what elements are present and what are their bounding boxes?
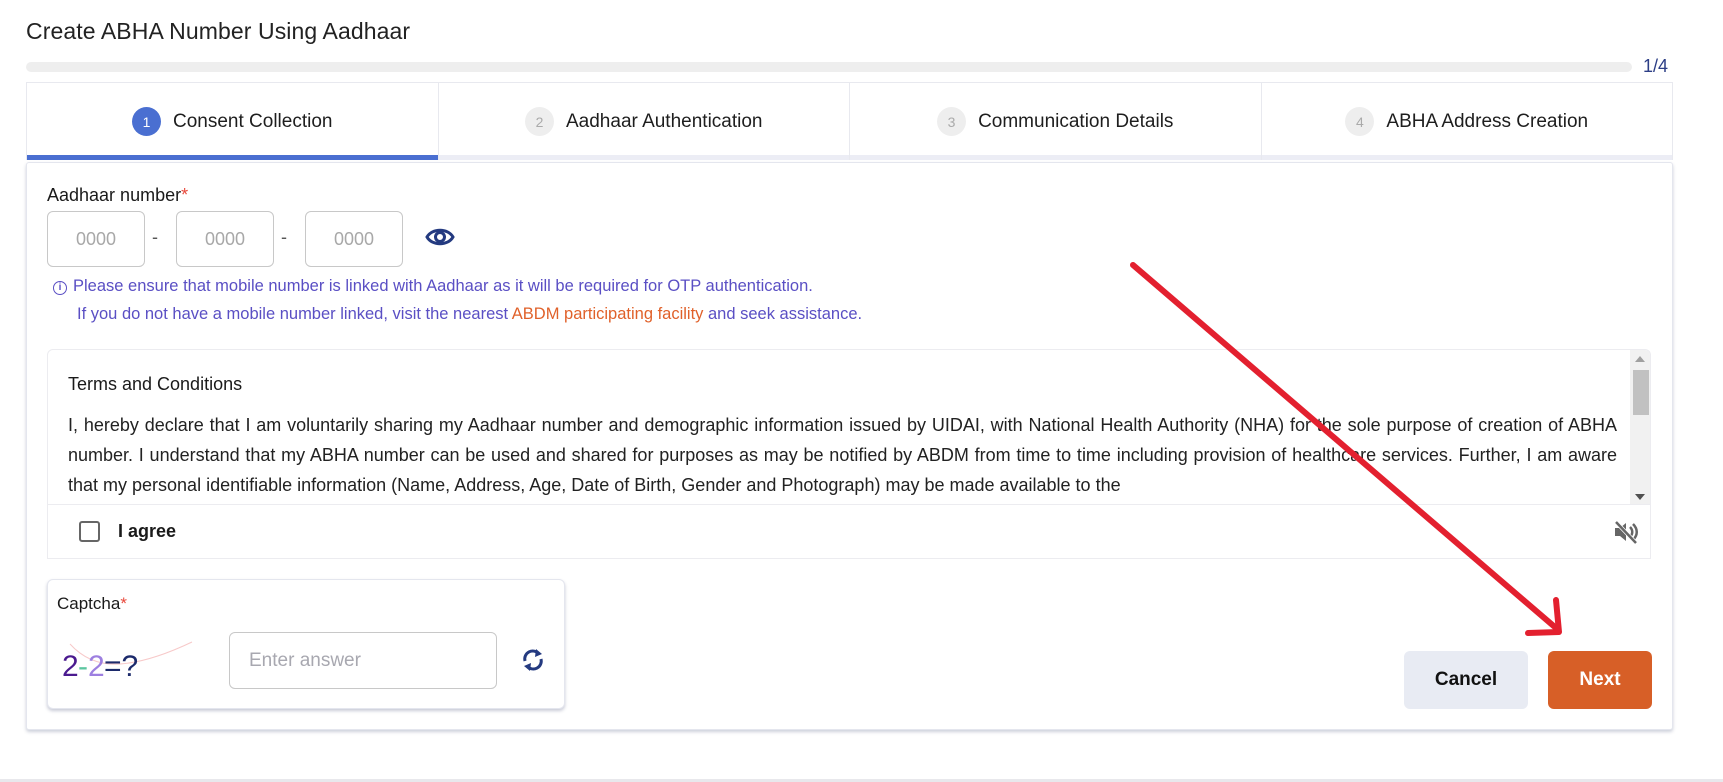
refresh-icon[interactable] bbox=[520, 646, 546, 674]
captcha-operator: - bbox=[78, 650, 88, 683]
info-text: If you do not have a mobile number linke… bbox=[77, 305, 512, 323]
step-aadhaar-authentication[interactable]: 2 Aadhaar Authentication bbox=[438, 83, 850, 160]
step-number: 4 bbox=[1345, 107, 1375, 136]
step-number: 1 bbox=[132, 107, 161, 136]
info-message-line1: i Please ensure that mobile number is lin… bbox=[53, 277, 813, 296]
captcha-image: 2 - 2 =? bbox=[62, 641, 193, 683]
info-message-line2: If you do not have a mobile number linke… bbox=[77, 305, 862, 324]
step-number: 2 bbox=[525, 107, 554, 136]
next-button[interactable]: Next bbox=[1548, 651, 1652, 709]
info-text: Please ensure that mobile number is link… bbox=[73, 277, 813, 295]
step-communication-details[interactable]: 3 Communication Details bbox=[850, 83, 1262, 160]
step-label: Communication Details bbox=[978, 110, 1174, 132]
aadhaar-separator: - bbox=[281, 227, 287, 247]
step-abha-address-creation[interactable]: 4 ABHA Address Creation bbox=[1261, 83, 1673, 160]
agree-checkbox[interactable] bbox=[79, 521, 100, 542]
required-mark: * bbox=[181, 185, 189, 205]
mute-icon[interactable] bbox=[1612, 519, 1640, 545]
page-title: Create ABHA Number Using Aadhaar bbox=[26, 18, 411, 44]
captcha-label-text: Captcha bbox=[57, 594, 121, 613]
consent-form-card: Aadhaar number* - - iPlease ensure that … bbox=[26, 162, 1673, 730]
stepper: 1 Consent Collection 2 Aadhaar Authentic… bbox=[26, 82, 1673, 160]
captcha-equals: =? bbox=[104, 650, 138, 683]
captcha-digit-a: 2 bbox=[62, 650, 79, 683]
scroll-down-arrow-icon[interactable] bbox=[1635, 494, 1645, 500]
terms-title: Terms and Conditions bbox=[68, 374, 243, 394]
captcha-digit-b: 2 bbox=[88, 650, 105, 683]
eye-icon[interactable] bbox=[425, 225, 455, 249]
terms-text: I, hereby declare that I am voluntarily … bbox=[68, 415, 1617, 495]
captcha-card: Captcha* 2 - 2 =? bbox=[47, 579, 565, 709]
aadhaar-part-2-input[interactable] bbox=[176, 211, 274, 267]
scroll-thumb[interactable] bbox=[1633, 370, 1649, 415]
info-text: and seek assistance. bbox=[703, 305, 863, 323]
aadhaar-number-label: Aadhaar number* bbox=[47, 185, 188, 206]
captcha-label: Captcha* bbox=[57, 594, 127, 614]
step-number: 3 bbox=[937, 107, 967, 136]
progress-bar bbox=[26, 62, 1632, 72]
aadhaar-part-1-input[interactable] bbox=[47, 211, 145, 267]
abdm-facility-link[interactable]: ABDM participating facility bbox=[512, 305, 704, 323]
step-label: Aadhaar Authentication bbox=[566, 110, 763, 132]
aadhaar-separator: - bbox=[152, 227, 158, 247]
agree-label[interactable]: I agree bbox=[118, 521, 176, 542]
progress-count: 1/4 bbox=[1643, 56, 1669, 76]
terms-and-conditions-box: Terms and Conditions I, hereby declare t… bbox=[47, 349, 1651, 505]
cancel-button[interactable]: Cancel bbox=[1404, 651, 1528, 709]
terms-scrollbar[interactable] bbox=[1630, 350, 1650, 504]
info-icon: i bbox=[53, 281, 67, 295]
step-consent-collection[interactable]: 1 Consent Collection bbox=[27, 83, 439, 160]
agree-row: I agree bbox=[47, 505, 1651, 559]
aadhaar-label-text: Aadhaar number bbox=[47, 185, 182, 205]
step-label: ABHA Address Creation bbox=[1386, 110, 1589, 132]
captcha-answer-input[interactable] bbox=[229, 632, 497, 689]
step-label: Consent Collection bbox=[173, 110, 333, 132]
required-mark: * bbox=[120, 594, 127, 613]
aadhaar-part-3-input[interactable] bbox=[305, 211, 403, 267]
scroll-up-arrow-icon[interactable] bbox=[1635, 356, 1645, 362]
